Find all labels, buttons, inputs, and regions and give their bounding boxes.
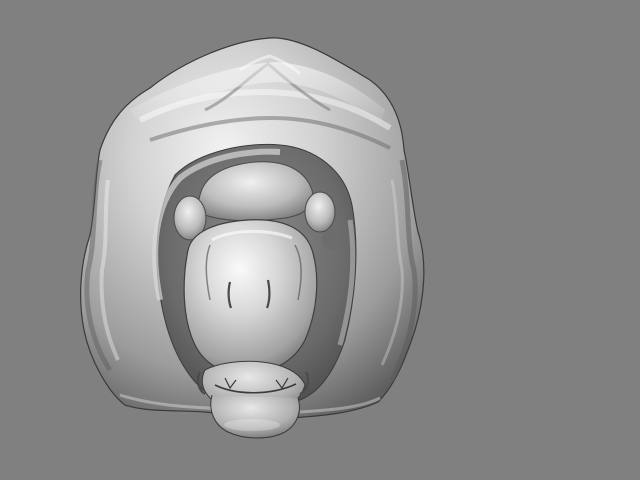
head-jaw	[196, 360, 309, 439]
3d-viewport[interactable]	[0, 0, 640, 480]
head-face	[183, 219, 318, 375]
rendered-model-canvas	[80, 37, 425, 439]
